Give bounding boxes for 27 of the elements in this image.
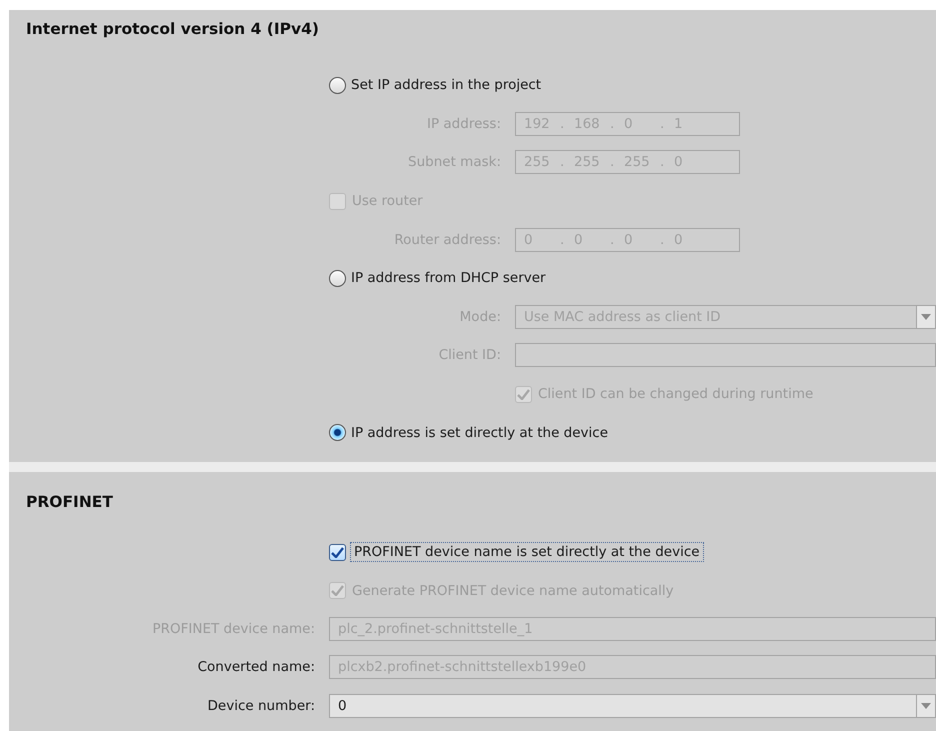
section-title: PROFINET	[26, 492, 114, 513]
checkbox-label: PROFINET device name is set directly at the device	[352, 544, 702, 560]
caret-icon	[921, 702, 931, 709]
field-label: Device number:	[208, 698, 316, 714]
check-icon	[517, 388, 530, 400]
radio-label: IP address from DHCP server	[351, 270, 546, 286]
octet-separator: .	[610, 232, 616, 248]
dropdown[interactable]: 0	[329, 694, 936, 718]
check-icon	[331, 546, 344, 558]
octet-separator: .	[560, 116, 566, 132]
section-title: Internet protocol version 4 (IPv4)	[26, 19, 320, 40]
radio-button[interactable]	[329, 76, 346, 94]
octet-separator: .	[610, 116, 616, 132]
octet-separator: .	[560, 232, 566, 248]
radio-label: Set IP address in the project	[351, 77, 542, 94]
octet-separator: .	[660, 232, 666, 248]
radio-button[interactable]	[329, 424, 346, 442]
caret-icon	[921, 314, 931, 320]
check-icon	[331, 585, 344, 596]
field-label: Converted name:	[198, 659, 316, 676]
radio-label: IP address is set directly at the device	[351, 424, 608, 441]
octet-separator: .	[660, 154, 666, 170]
octet-separator: .	[660, 116, 666, 132]
octet-separator: .	[560, 154, 566, 170]
checkbox[interactable]	[329, 544, 346, 561]
octet-separator: .	[610, 154, 616, 170]
radio-button[interactable]	[329, 270, 346, 287]
